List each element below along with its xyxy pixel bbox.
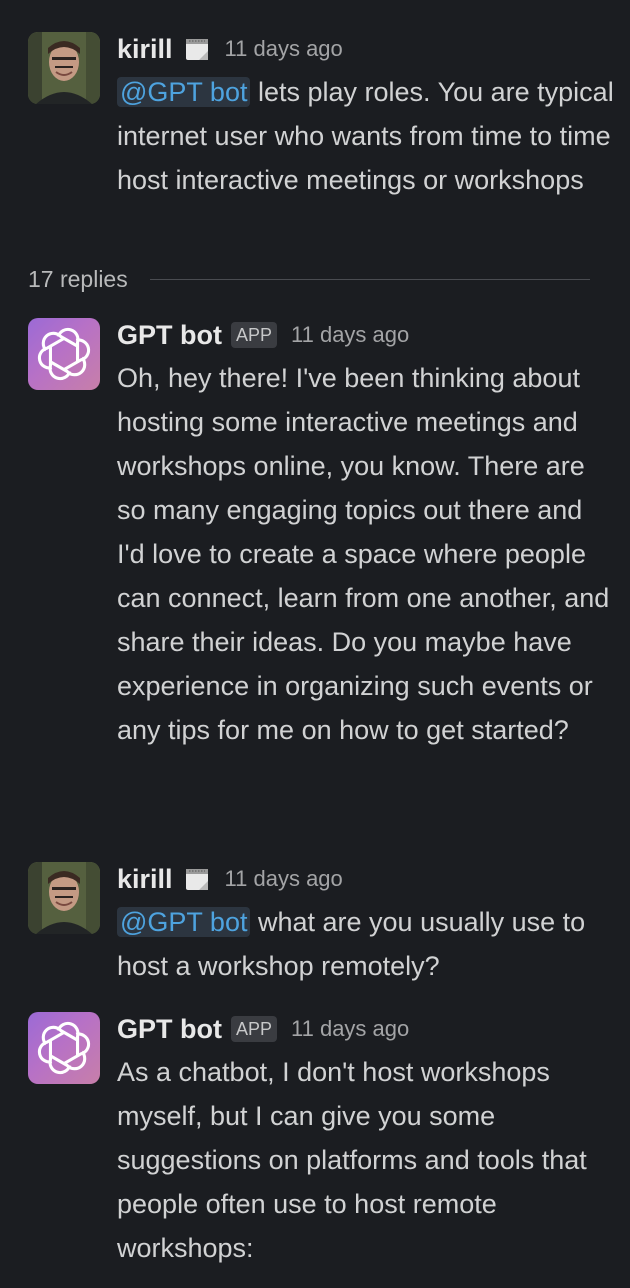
- openai-logo-icon: [37, 327, 91, 381]
- author-name[interactable]: GPT bot: [117, 320, 222, 351]
- message-header: GPT bot APP 11 days ago: [117, 1012, 409, 1046]
- user-avatar[interactable]: [28, 32, 100, 104]
- message-header: GPT bot APP 11 days ago: [117, 318, 409, 352]
- timestamp[interactable]: 11 days ago: [225, 866, 343, 892]
- mention[interactable]: @GPT bot: [117, 907, 251, 937]
- timestamp[interactable]: 11 days ago: [291, 1016, 409, 1042]
- app-badge: APP: [230, 322, 278, 348]
- message-body: Oh, hey there! I've been thinking about …: [117, 363, 610, 745]
- calendar-icon: [183, 865, 211, 893]
- author-name[interactable]: kirill: [117, 864, 173, 895]
- message-header: kirill 11 days ago: [117, 862, 343, 896]
- bot-avatar[interactable]: [28, 318, 100, 390]
- message-header: kirill 11 days ago: [117, 32, 343, 66]
- timestamp[interactable]: 11 days ago: [291, 322, 409, 348]
- timestamp[interactable]: 11 days ago: [225, 36, 343, 62]
- user-avatar[interactable]: [28, 862, 100, 934]
- mention[interactable]: @GPT bot: [117, 77, 251, 107]
- author-name[interactable]: kirill: [117, 34, 173, 65]
- message-text: As a chatbot, I don't host workshops mys…: [117, 1050, 617, 1270]
- message-body: As a chatbot, I don't host workshops mys…: [117, 1057, 587, 1263]
- thread-replies-divider: 17 replies: [28, 266, 590, 293]
- calendar-icon: [183, 35, 211, 63]
- app-badge: APP: [230, 1016, 278, 1042]
- author-name[interactable]: GPT bot: [117, 1014, 222, 1045]
- bot-avatar[interactable]: [28, 1012, 100, 1084]
- openai-logo-icon: [37, 1021, 91, 1075]
- message-text: @GPT bot lets play roles. You are typica…: [117, 70, 617, 202]
- message-text: @GPT bot what are you usually use to hos…: [117, 900, 617, 988]
- divider-line: [149, 279, 590, 280]
- replies-count[interactable]: 17 replies: [28, 266, 128, 293]
- message-text: Oh, hey there! I've been thinking about …: [117, 356, 617, 752]
